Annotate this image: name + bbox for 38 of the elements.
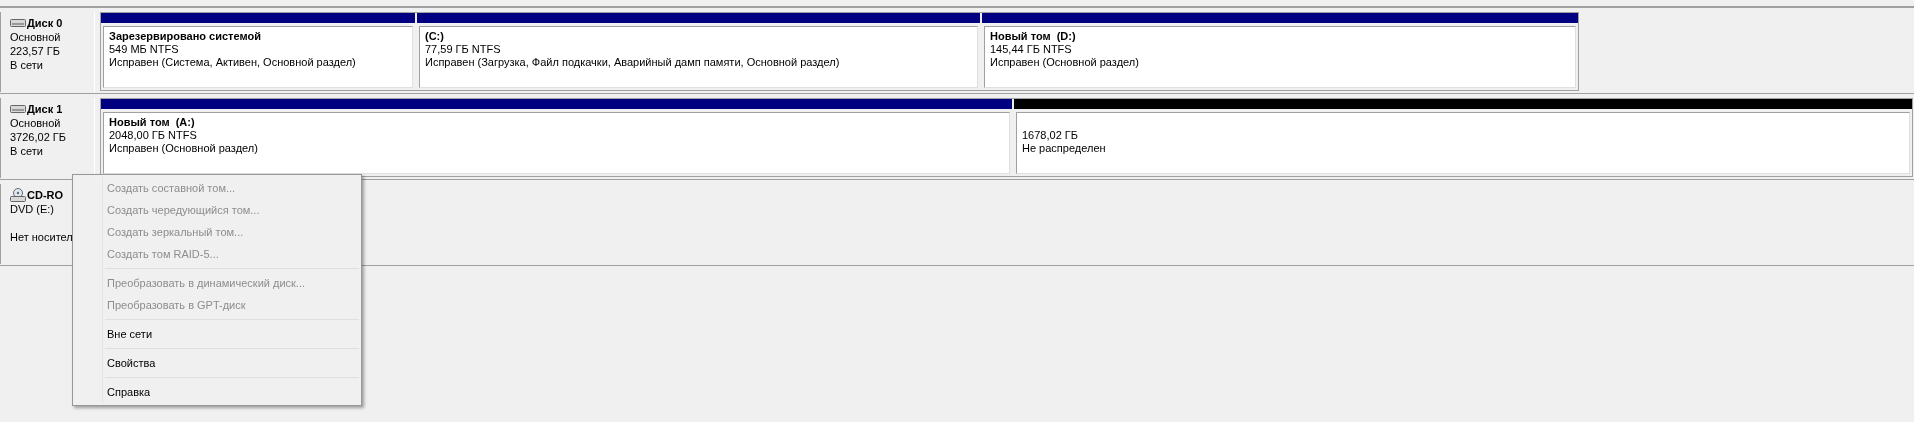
disk-type: DVD (E:) xyxy=(10,202,55,216)
partition-block[interactable]: (C:) 77,59 ГБ NTFS Исправен (Загрузка, Файл подкачки, Аварийный дамп памяти, Основной раздел) xyxy=(417,13,980,90)
disk-type: Основной xyxy=(10,30,62,44)
partition-status: Исправен (Система, Активен, Основной раздел) xyxy=(109,56,357,69)
partition-status: Не распределен xyxy=(1022,142,1107,155)
partition-block[interactable]: 1678,02 ГБ Не распределен xyxy=(1014,99,1912,176)
partition-title: Зарезервировано системой xyxy=(109,30,262,43)
disk-label-panel[interactable]: Диск 0 Основной 223,57 ГБ В сети xyxy=(0,12,95,92)
partition-block[interactable]: Зарезервировано системой 549 МБ NTFS Исправен (Система, Активен, Основной раздел) xyxy=(101,13,415,90)
partition-size: 145,44 ГБ NTFS xyxy=(990,43,1073,56)
partition-title: (C:) xyxy=(425,30,445,43)
hard-drive-icon xyxy=(10,18,26,28)
disk-name: CD-RO xyxy=(27,188,64,202)
partition-status: Исправен (Основной раздел) xyxy=(990,56,1140,69)
partition-size: 549 МБ NTFS xyxy=(109,43,180,56)
partition-title: Новый том (A:) xyxy=(109,116,196,129)
disk-type: Основной xyxy=(10,116,62,130)
partition-block[interactable]: Новый том (D:) 145,44 ГБ NTFS Исправен (Основной раздел) xyxy=(982,13,1578,90)
partition-block[interactable]: Новый том (A:) 2048,00 ГБ NTFS Исправен (Основной раздел) xyxy=(101,99,1012,176)
partition-size: 1678,02 ГБ xyxy=(1022,129,1079,142)
partition-title: Новый том (D:) xyxy=(990,30,1077,43)
partition-size: 77,59 ГБ NTFS xyxy=(425,43,502,56)
disk-size: 3726,02 ГБ xyxy=(10,130,67,144)
menu-item[interactable]: Справка xyxy=(73,381,361,403)
partition-size: 2048,00 ГБ NTFS xyxy=(109,129,198,142)
menu-item[interactable]: Свойства xyxy=(73,352,361,374)
partition-status: Исправен (Основной раздел) xyxy=(109,142,259,155)
disk-name: Диск 0 xyxy=(27,16,63,30)
disk-name: Диск 1 xyxy=(27,102,63,116)
disk-size: 223,57 ГБ xyxy=(10,44,61,58)
cd-drive-icon xyxy=(10,188,26,202)
disk-status: Нет носител xyxy=(10,230,74,244)
partition-status: Исправен (Загрузка, Файл подкачки, Аварийный дамп памяти, Основной раздел) xyxy=(425,56,841,69)
hard-drive-icon xyxy=(10,104,26,114)
disk-status: В сети xyxy=(10,58,44,72)
menu-item[interactable]: Вне сети xyxy=(73,323,361,345)
disk-status: В сети xyxy=(10,144,44,158)
disk-label-panel[interactable]: Диск 1 Основной 3726,02 ГБ В сети xyxy=(0,98,95,178)
